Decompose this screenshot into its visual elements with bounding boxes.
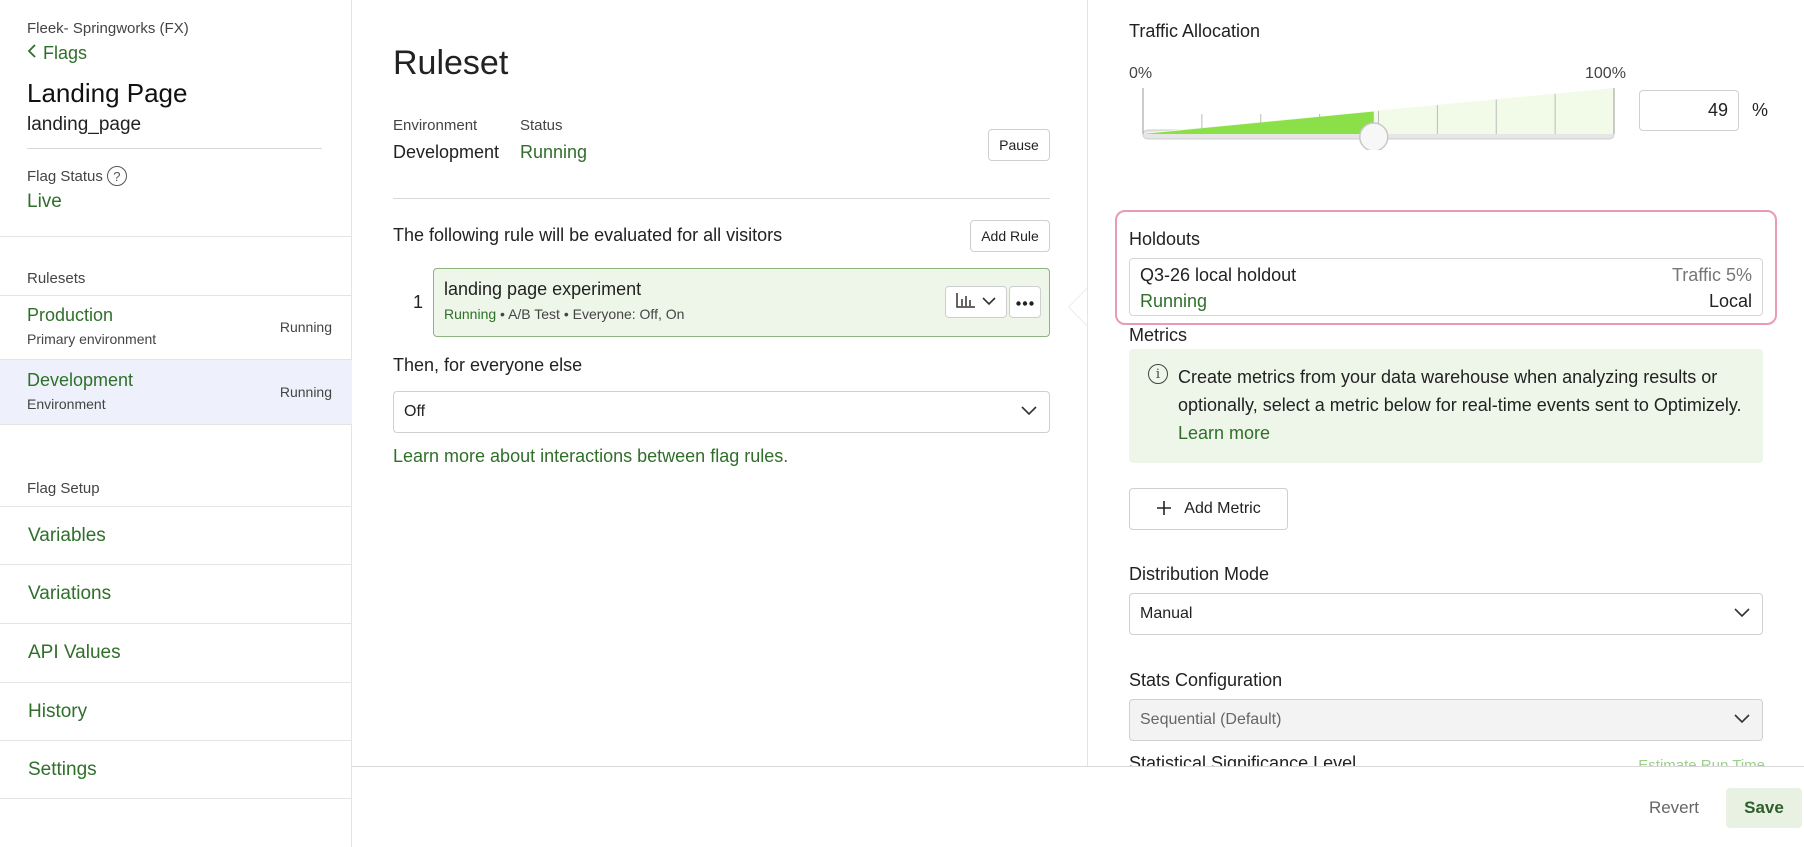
project-name: Fleek- Springworks (FX) [27,20,189,37]
bar-chart-icon [956,292,976,313]
ruleset-name: Development [27,370,134,390]
rule-name: landing page experiment [444,279,642,299]
metrics-info-body: Create metrics from your data warehouse … [1178,367,1742,415]
traffic-allocation-slider[interactable] [1142,86,1618,150]
range-min-label: 0% [1129,65,1153,82]
more-icon [1016,293,1034,311]
ruleset-name: Production [27,305,114,325]
holdout-item[interactable]: Q3-26 local holdout Traffic 5% Running L… [1129,258,1763,316]
percent-sign: % [1752,100,1769,120]
traffic-allocation-label: Traffic Allocation [1129,21,1261,41]
ruleset-item-development[interactable]: Development Environment Running [0,360,352,424]
distribution-mode-select[interactable]: Manual [1129,593,1763,635]
results-dropdown-button[interactable] [945,286,1007,318]
sidebar-item-api-values[interactable]: API Values [0,623,352,681]
traffic-percent-input[interactable]: 49 [1639,90,1739,131]
sidebar-item-history[interactable]: History [0,682,352,740]
flag-key: landing_page [27,114,142,135]
holdout-traffic: Traffic 5% [1671,265,1752,285]
rule-number: 1 [413,292,424,312]
more-options-button[interactable] [1009,286,1041,318]
ruleset-state: Running [279,319,332,335]
stats-configuration-select[interactable]: Sequential (Default) [1129,699,1763,741]
back-to-flags-link[interactable]: Flags [27,43,87,64]
sidebar: Fleek- Springworks (FX) Flags Landing Pa… [0,0,352,847]
status-value: Running [520,142,588,162]
holdout-state: Running [1140,291,1208,311]
plus-icon [1156,498,1172,520]
ruleset-sub: Primary environment [27,331,157,347]
rulesets-section-label: Rulesets [27,270,86,287]
flag-status-value: Live [27,191,62,212]
pause-button[interactable]: Pause [988,129,1050,161]
distribution-mode-label: Distribution Mode [1129,564,1270,584]
divider [393,198,1050,199]
chevron-left-icon [27,44,37,63]
holdouts-label: Holdouts [1129,229,1201,249]
holdout-name: Q3-26 local holdout [1140,265,1297,285]
sidebar-item-variables[interactable]: Variables [0,506,352,564]
back-label: Flags [43,43,88,63]
revert-button[interactable]: Revert [1629,788,1719,828]
everyone-else-select[interactable]: Off [393,391,1050,433]
divider [0,236,352,237]
chevron-down-icon [1021,403,1037,421]
flag-title: Landing Page [27,78,188,108]
holdout-scope: Local [1708,291,1752,311]
status-label: Status [520,117,563,134]
rule-config-panel: Traffic Allocation 0% 100% 49 % Holdouts… [1087,0,1804,766]
slider-thumb[interactable] [1359,122,1389,150]
range-max-label: 100% [1585,65,1626,82]
rule-state: Running [444,306,497,322]
chevron-down-icon [982,293,996,311]
help-icon[interactable]: ? [106,166,127,186]
save-button[interactable]: Save [1726,788,1802,828]
info-icon: i [1148,364,1168,384]
everyone-else-label: Then, for everyone else [393,355,583,375]
divider [0,798,352,799]
footer-bar: Revert Save [352,766,1804,847]
add-metric-button[interactable]: Add Metric [1129,488,1288,530]
sidebar-item-settings[interactable]: Settings [0,740,352,798]
chevron-down-icon [1734,711,1750,729]
rule-description: The following rule will be evaluated for… [393,225,783,245]
ruleset-state: Running [279,384,332,400]
rule-tools [945,286,1041,318]
metrics-info-text: Create metrics from your data warehouse … [1178,363,1748,447]
environment-value: Development [393,142,500,162]
metrics-label: Metrics [1129,325,1187,345]
metrics-info-banner: i Create metrics from your data warehous… [1129,349,1763,463]
rule-meta: Running • A/B Test • Everyone: Off, On [444,306,684,322]
ruleset-sub: Environment [27,396,106,412]
flag-rules-learn-more-link[interactable]: Learn more about interactions between fl… [393,446,788,467]
chevron-down-icon [1734,605,1750,623]
estimate-run-time-link[interactable]: Estimate Run Time [1638,757,1765,766]
divider [27,148,322,149]
flag-setup-section-label: Flag Setup [27,480,100,497]
rule-meta-text: • A/B Test • Everyone: Off, On [496,306,685,322]
metrics-learn-more-link[interactable]: Learn more [1178,423,1270,443]
environment-label: Environment [393,117,478,134]
select-value: Manual [1140,605,1193,622]
flag-status-label-text: Flag Status [27,167,103,185]
stats-configuration-label: Stats Configuration [1129,670,1283,690]
significance-level-label: Statistical Significance Level [1129,753,1357,766]
flag-status-label: Flag Status ? [27,166,127,186]
select-value: Sequential (Default) [1140,711,1282,728]
panel-pointer [1069,289,1087,325]
ruleset-panel: Ruleset Environment Development Status R… [352,0,1087,766]
rule-card[interactable]: landing page experiment Running • A/B Te… [433,268,1050,337]
ruleset-item-production[interactable]: Production Primary environment Running [0,295,352,359]
add-rule-button[interactable]: Add Rule [970,220,1050,252]
sidebar-item-variations[interactable]: Variations [0,564,352,622]
page-title: Ruleset [393,44,509,82]
add-metric-label: Add Metric [1184,500,1261,517]
divider [0,424,352,425]
select-value: Off [404,403,426,420]
